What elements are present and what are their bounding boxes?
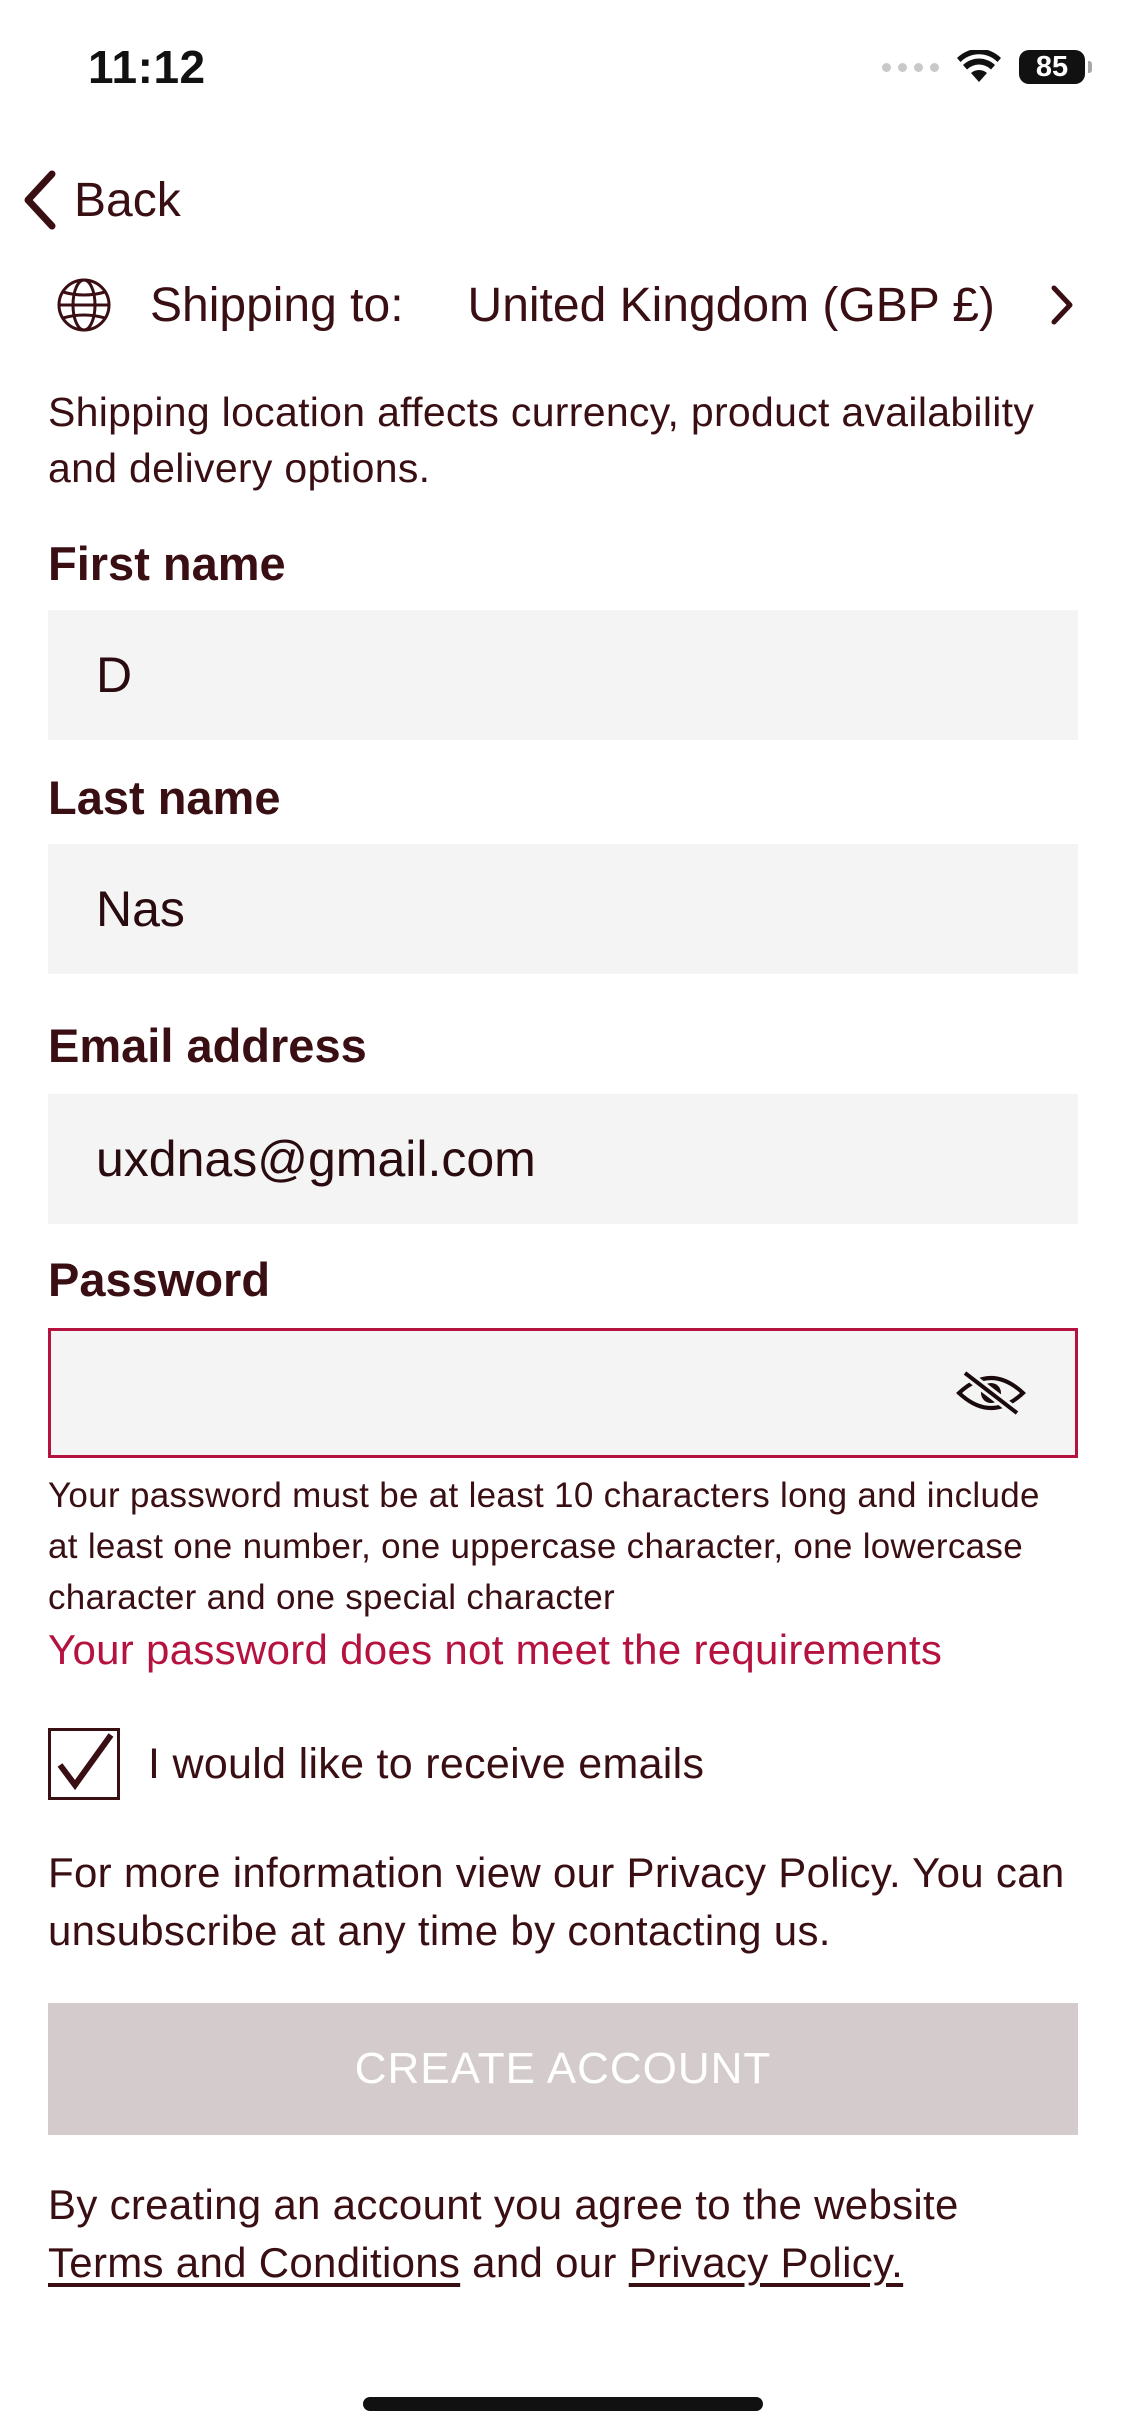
home-indicator [363, 2397, 763, 2411]
create-account-button[interactable]: CREATE ACCOUNT [48, 2003, 1078, 2135]
first-name-field[interactable]: D [48, 610, 1078, 740]
terms-text: By creating an account you agree to the … [48, 2176, 1088, 2292]
status-icons: 85 [882, 42, 1092, 92]
back-button[interactable]: Back [20, 168, 181, 232]
shipping-location-selector[interactable]: Shipping to: United Kingdom (GBP £) [56, 270, 1076, 340]
privacy-note: For more information view our Privacy Po… [48, 1849, 1065, 1954]
globe-icon [57, 278, 111, 332]
email-label: Email address [48, 1019, 367, 1072]
terms-prefix: By creating an account you agree to the … [48, 2181, 959, 2228]
last-name-field[interactable]: Nas [48, 844, 1078, 974]
email-optin-row[interactable]: I would like to receive emails [48, 1728, 704, 1800]
battery-icon: 85 [1019, 50, 1092, 84]
battery-level: 85 [1035, 50, 1069, 83]
shipping-label: Shipping to: [150, 278, 404, 332]
last-name-label: Last name [48, 771, 281, 824]
cellular-signal-icon [882, 62, 939, 72]
create-account-label: CREATE ACCOUNT [354, 2044, 772, 2093]
email-field[interactable]: uxdnas@gmail.com [48, 1094, 1078, 1224]
email-optin-label: I would like to receive emails [148, 1739, 705, 1788]
password-label: Password [48, 1253, 271, 1306]
eye-slash-icon[interactable] [955, 1367, 1027, 1419]
last-name-value: Nas [96, 881, 185, 937]
chevron-right-icon [1051, 285, 1073, 325]
password-error: Your password does not meet the requirem… [48, 1626, 943, 1673]
checkmark-icon [57, 1733, 114, 1791]
password-field[interactable] [48, 1328, 1078, 1458]
email-value: uxdnas@gmail.com [96, 1131, 536, 1187]
email-optin-checkbox[interactable] [48, 1728, 120, 1800]
password-hint: Your password must be at least 10 charac… [48, 1476, 1040, 1617]
status-time: 11:12 [88, 41, 206, 93]
privacy-policy-link[interactable]: Privacy Policy. [629, 2239, 903, 2286]
shipping-note: Shipping location affects currency, prod… [48, 389, 1035, 491]
first-name-label: First name [48, 537, 286, 590]
back-label: Back [74, 173, 181, 227]
terms-middle: and our [460, 2239, 629, 2286]
terms-link[interactable]: Terms and Conditions [48, 2239, 460, 2286]
shipping-value: United Kingdom (GBP £) [467, 278, 995, 332]
wifi-icon [957, 50, 1001, 82]
first-name-value: D [96, 647, 133, 703]
chevron-left-icon [24, 170, 56, 230]
